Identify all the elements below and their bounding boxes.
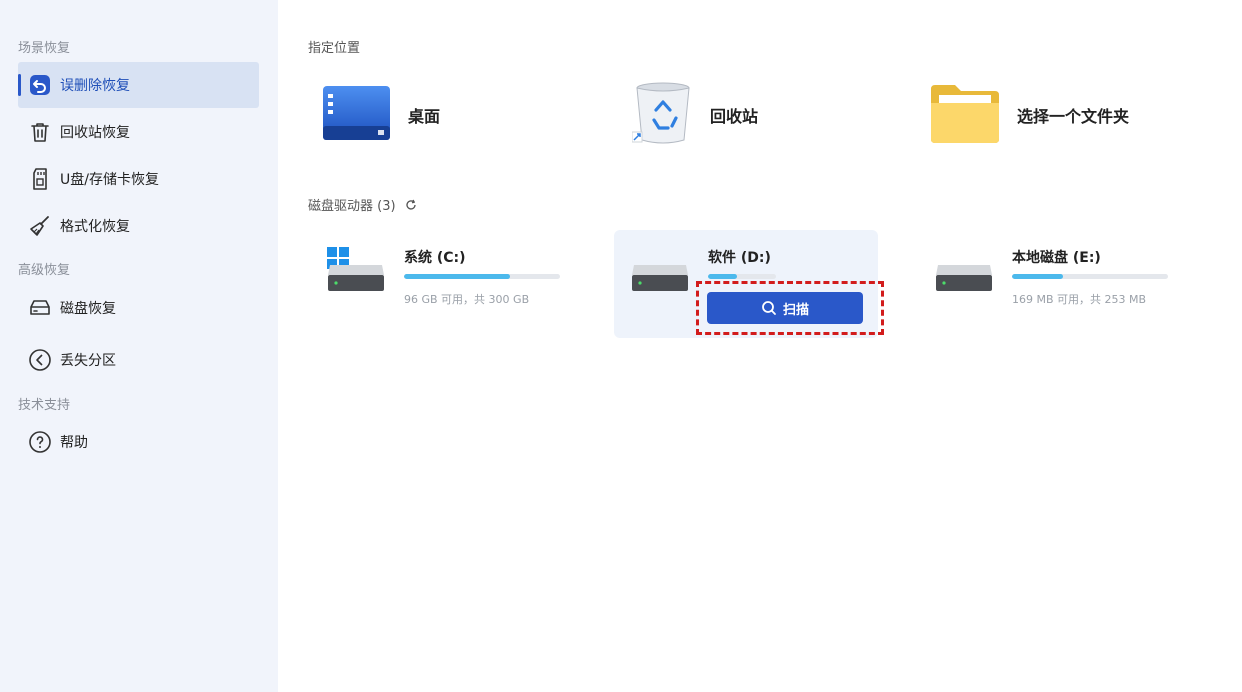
help-icon [28, 430, 52, 454]
location-desktop[interactable]: 桌面 [322, 80, 440, 150]
sidebar-item-lost-partition[interactable]: 丢失分区 [18, 337, 259, 383]
sidebar-item-recycle-recovery[interactable]: 回收站恢复 [18, 109, 259, 155]
broom-icon [28, 214, 52, 238]
hard-drive-icon [28, 296, 52, 320]
sidebar-item-label: 磁盘恢复 [60, 301, 116, 317]
scan-button[interactable]: 扫描 [707, 292, 863, 324]
hard-drive-icon [326, 263, 386, 297]
drive-usage-fill [404, 274, 511, 279]
search-icon [761, 300, 783, 316]
drive-info: 169 MB 可用，共 253 MB [1012, 293, 1147, 306]
drive-usage-bar [708, 274, 776, 279]
drive-name: 软件 (D:) [708, 250, 771, 266]
location-label: 选择一个文件夹 [1017, 107, 1130, 126]
drive-usage-bar [404, 274, 560, 279]
location-choose-folder[interactable]: 选择一个文件夹 [929, 80, 1129, 150]
desktop-icon [322, 82, 392, 148]
sidebar-item-label: 格式化恢复 [60, 219, 130, 235]
drive-c[interactable]: 系统 (C:) 96 GB 可用，共 300 GB [310, 230, 574, 338]
section-title-scene: 场景恢复 [18, 41, 71, 56]
scan-button-label: 扫描 [782, 302, 809, 318]
sidebar-item-format-recovery[interactable]: 格式化恢复 [18, 203, 259, 249]
drives-title: 磁盘驱动器 (3) [308, 199, 396, 214]
main-panel: 指定位置 桌面 回收站 选择一个文件夹 磁盘驱动器 (3) 系统 (C:) 96… [278, 0, 1242, 692]
section-title-advanced: 高级恢复 [18, 263, 71, 278]
hard-drive-icon [630, 263, 690, 297]
location-label: 回收站 [710, 107, 759, 126]
section-title-support: 技术支持 [18, 398, 71, 413]
partition-icon [28, 348, 52, 372]
drives-title-row: 磁盘驱动器 (3) [308, 195, 417, 214]
drive-name: 系统 (C:) [404, 250, 466, 266]
sd-card-icon [28, 167, 52, 191]
undo-icon [28, 73, 52, 97]
drive-name: 本地磁盘 (E:) [1012, 250, 1101, 266]
hard-drive-icon [934, 263, 994, 297]
sidebar-item-label: 回收站恢复 [60, 125, 130, 141]
sidebar-item-label: U盘/存储卡恢复 [60, 172, 159, 188]
drive-usage-bar [1012, 274, 1168, 279]
drive-e[interactable]: 本地磁盘 (E:) 169 MB 可用，共 253 MB [918, 230, 1182, 338]
sidebar-item-label: 丢失分区 [60, 353, 116, 369]
sidebar-item-disk-recovery[interactable]: 磁盘恢复 [18, 285, 259, 331]
sidebar-item-label: 误删除恢复 [60, 78, 130, 94]
locations-title: 指定位置 [308, 41, 361, 56]
drive-usage-fill [1012, 274, 1064, 279]
folder-icon [929, 81, 1001, 149]
drive-usage-fill [708, 274, 738, 279]
location-recycle-bin[interactable]: 回收站 [631, 80, 759, 150]
location-label: 桌面 [408, 107, 441, 126]
sidebar-item-label: 帮助 [60, 435, 88, 451]
sidebar-item-usb-recovery[interactable]: U盘/存储卡恢复 [18, 156, 259, 202]
drive-info: 96 GB 可用，共 300 GB [404, 293, 530, 306]
sidebar-item-help[interactable]: 帮助 [18, 419, 259, 465]
refresh-icon[interactable] [405, 199, 417, 211]
trash-icon [28, 120, 52, 144]
sidebar-item-deleted-recovery[interactable]: 误删除恢复 [18, 62, 259, 108]
sidebar: 场景恢复 误删除恢复 回收站恢复 U盘/存储卡恢复 格式化恢复 高级恢复 磁盘恢… [0, 0, 278, 692]
recycle-bin-icon [631, 80, 694, 150]
